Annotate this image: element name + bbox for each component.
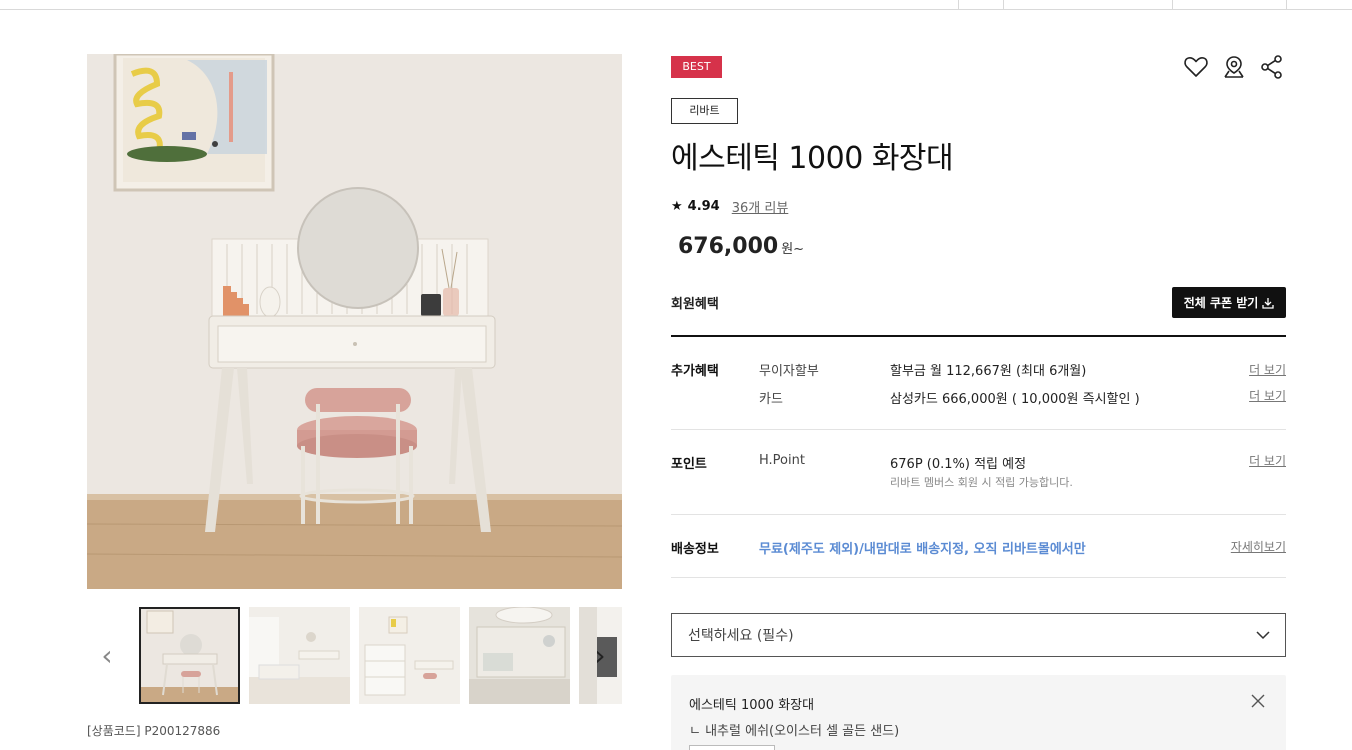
topbar-divider (1003, 0, 1004, 10)
point-more-link[interactable]: 더 보기 (1249, 452, 1286, 469)
product-code: [상품코드] P200127886 (87, 724, 221, 738)
selected-option-detail: ㄴ 내추럴 에쉬(오이스터 셀 골든 샌드) (689, 724, 900, 739)
rating-score: 4.94 (687, 199, 720, 214)
thumbnail-item[interactable] (139, 607, 240, 704)
download-all-coupons-button[interactable]: 전체 쿠폰 받기 (1172, 287, 1286, 318)
download-icon (1262, 297, 1274, 309)
price: 676,000 원~ (678, 234, 804, 259)
option-select[interactable]: 선택하세요 (필수) (671, 613, 1286, 657)
card-more-link[interactable]: 더 보기 (1249, 387, 1286, 404)
thumbnail-next-icon[interactable]: › (590, 641, 610, 671)
topbar-divider (1286, 0, 1287, 10)
map-pin-icon[interactable] (1221, 54, 1247, 80)
option-select-placeholder: 선택하세요 (필수) (688, 628, 794, 644)
best-badge: BEST (671, 56, 722, 78)
price-amount: 676,000 (678, 234, 779, 259)
topbar-divider (958, 0, 959, 10)
point-label: 포인트 (671, 457, 707, 472)
thumbnail-item[interactable] (249, 607, 350, 704)
thumbnail-item[interactable] (469, 607, 570, 704)
selected-option-title: 에스테틱 1000 화장대 (689, 698, 815, 713)
price-unit: 원~ (781, 242, 805, 257)
section-divider (671, 514, 1286, 515)
point-note: 리바트 멤버스 회원 시 적립 가능합니다. (890, 476, 1073, 489)
star-icon: ★ (671, 199, 683, 214)
chevron-down-icon (1256, 631, 1270, 640)
section-divider (671, 335, 1286, 337)
hpoint-label: H.Point (759, 453, 805, 468)
installment-value: 할부금 월 112,667원 (최대 6개월) (890, 364, 1087, 379)
extra-benefit-label: 추가혜택 (671, 364, 719, 379)
shipping-detail-link[interactable]: 자세히보기 (1231, 538, 1286, 555)
coupon-button-label: 전체 쿠폰 받기 (1183, 296, 1259, 310)
review-count-link[interactable]: 36개 리뷰 (732, 197, 789, 216)
installment-label: 무이자할부 (759, 364, 819, 379)
card-label: 카드 (759, 392, 783, 407)
thumbnail-strip: ‹ › (87, 607, 622, 704)
member-benefit-label: 회원혜택 (671, 297, 719, 312)
heart-icon[interactable] (1183, 54, 1209, 80)
thumbnail-item[interactable] (359, 607, 460, 704)
product-main-image[interactable] (87, 54, 622, 589)
rating-summary: ★ 4.94 36개 리뷰 (671, 197, 788, 216)
topbar-divider (1172, 0, 1173, 10)
point-value: 676P (0.1%) 적립 예정 (890, 457, 1027, 472)
share-icon[interactable] (1259, 54, 1285, 80)
thumbnail-viewport (139, 607, 622, 704)
quantity-stepper[interactable] (689, 745, 775, 750)
selected-option-panel: 에스테틱 1000 화장대 ㄴ 내추럴 에쉬(오이스터 셀 골든 샌드) (671, 675, 1286, 750)
thumbnail-prev-icon[interactable]: ‹ (97, 641, 117, 671)
action-icons (1183, 54, 1285, 80)
product-title: 에스테틱 1000 화장대 (671, 141, 954, 176)
brand-link[interactable]: 리바트 (671, 98, 738, 124)
close-icon[interactable] (1250, 693, 1266, 709)
installment-more-link[interactable]: 더 보기 (1249, 361, 1286, 378)
section-divider (671, 577, 1286, 578)
card-value: 삼성카드 666,000원 ( 10,000원 즉시할인 ) (890, 392, 1140, 407)
section-divider (671, 429, 1286, 430)
shipping-label: 배송정보 (671, 542, 719, 557)
top-bar (0, 0, 1352, 10)
shipping-value: 무료(제주도 제외)/내맘대로 배송지정, 오직 리바트몰에서만 (759, 542, 1086, 557)
